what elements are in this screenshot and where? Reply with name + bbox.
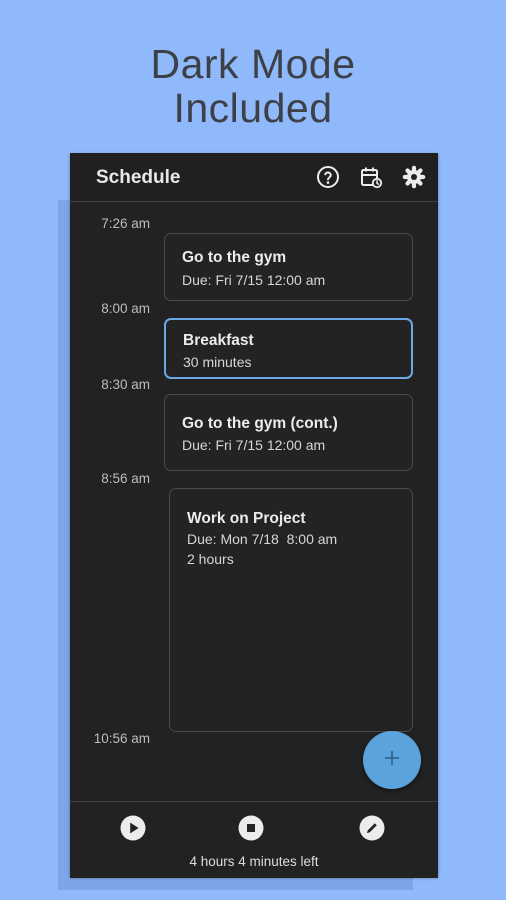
task-detail: Due: Fri 7/15 12:00 am	[182, 272, 326, 288]
task-detail: 2 hours	[187, 551, 234, 567]
task-card[interactable]: Work on Project Due: Mon 7/18 8:00 am 2 …	[169, 488, 413, 732]
help-icon[interactable]	[315, 164, 341, 190]
time-label: 7:26 am	[101, 216, 150, 231]
task-detail: 30 minutes	[183, 354, 252, 370]
settings-icon[interactable]	[401, 164, 427, 190]
edit-icon[interactable]	[358, 814, 386, 842]
time-label: 8:30 am	[101, 377, 150, 392]
time-label: 8:56 am	[101, 471, 150, 486]
task-title: Go to the gym (cont.)	[182, 415, 338, 432]
stop-icon[interactable]	[237, 814, 265, 842]
task-title: Work on Project	[187, 510, 306, 527]
plus-icon	[382, 748, 402, 773]
task-detail: Due: Fri 7/15 12:00 am	[182, 437, 326, 453]
task-title: Go to the gym	[182, 249, 287, 266]
task-title: Breakfast	[183, 332, 254, 349]
app-window: Schedule 7:26 am 8:00 am 8:30 am 8:56 am…	[70, 153, 438, 878]
calendar-icon[interactable]	[358, 164, 384, 190]
headline: Dark Mode Included	[0, 42, 506, 130]
add-task-button[interactable]	[363, 731, 421, 789]
play-icon[interactable]	[119, 814, 147, 842]
time-label: 10:56 am	[93, 731, 150, 746]
time-label: 8:00 am	[101, 301, 150, 316]
task-card[interactable]: Go to the gym (cont.) Due: Fri 7/15 12:0…	[164, 394, 413, 471]
app-bar: Schedule	[70, 153, 438, 202]
page-title: Schedule	[96, 167, 181, 188]
bottom-bar: 4 hours 4 minutes left	[70, 801, 438, 878]
time-remaining-label: 4 hours 4 minutes left	[189, 854, 319, 869]
task-card[interactable]: Go to the gym Due: Fri 7/15 12:00 am	[164, 233, 413, 301]
task-detail: Due: Mon 7/18 8:00 am	[187, 531, 338, 547]
task-card-selected[interactable]: Breakfast 30 minutes	[164, 318, 413, 379]
headline-line-2: Included	[173, 85, 333, 131]
headline-line-1: Dark Mode	[150, 41, 356, 87]
